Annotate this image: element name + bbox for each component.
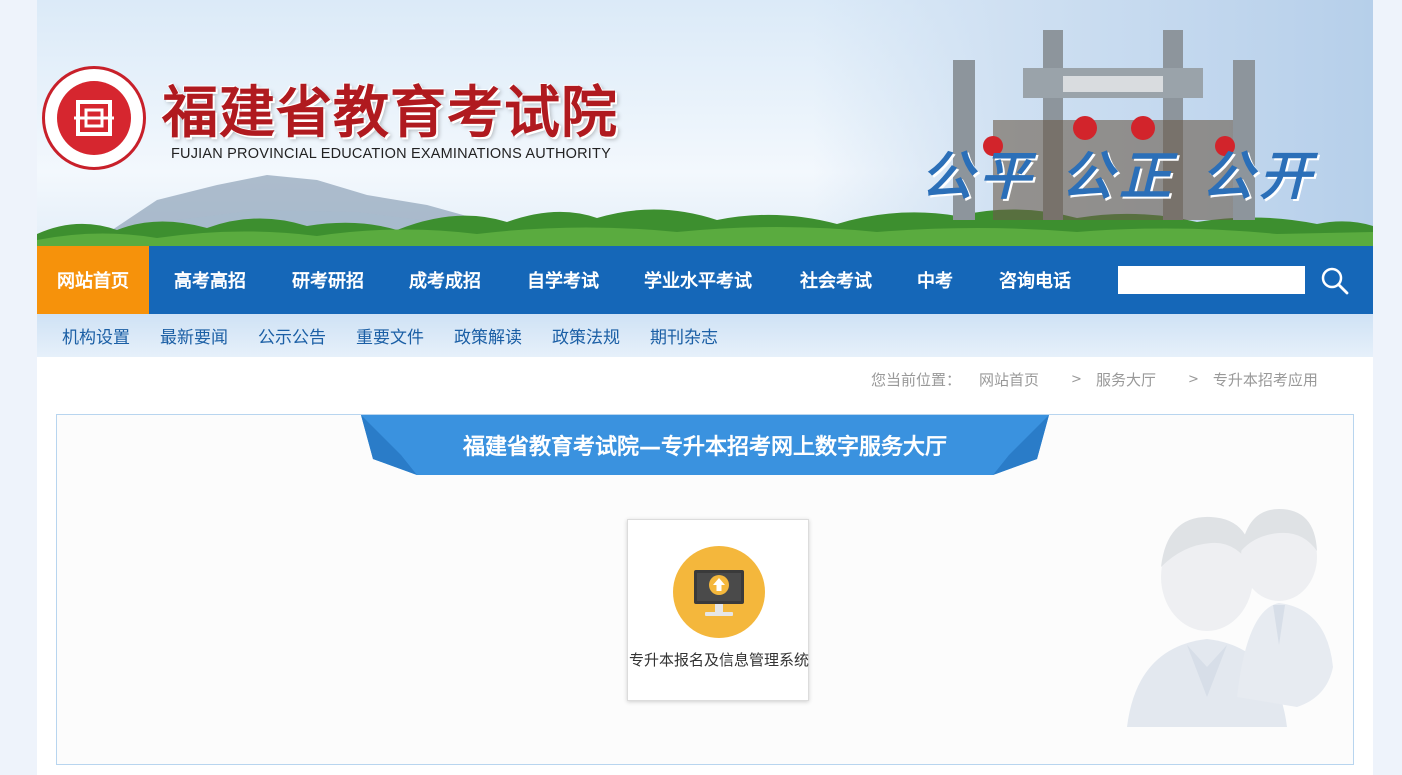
slogan: 公平 公正 公开	[921, 146, 1318, 207]
emblem-icon	[74, 100, 114, 136]
breadcrumb: 您当前位置： 网站首页 > 服务大厅 > 专升本招考应用	[871, 369, 1318, 390]
subnav-item-important-documents[interactable]: 重要文件	[356, 323, 424, 348]
breadcrumb-current: 专升本招考应用	[1212, 371, 1318, 389]
header-banner: 福建省教育考试院 FUJIAN PROVINCIAL EDUCATION EXA…	[37, 0, 1373, 246]
subnav-item-policy-interpretation[interactable]: 政策解读	[454, 323, 522, 348]
breadcrumb-separator: >	[1071, 372, 1082, 387]
nav-item-hotline[interactable]: 咨询电话	[973, 246, 1097, 314]
nav-item-home[interactable]: 网站首页	[37, 246, 149, 314]
main-nav: 网站首页 高考高招 研考研招 成考成招 自学考试 学业水平考试 社会考试 中考 …	[37, 246, 1373, 314]
subnav-item-journals[interactable]: 期刊杂志	[650, 323, 718, 348]
breadcrumb-service-hall-link[interactable]: 服务大厅	[1096, 369, 1156, 390]
site-title-english: FUJIAN PROVINCIAL EDUCATION EXAMINATIONS…	[171, 146, 611, 162]
nav-item-zhongkao[interactable]: 中考	[897, 246, 973, 314]
panel-title: 福建省教育考试院—专升本招考网上数字服务大厅	[462, 435, 947, 460]
nav-item-social-exam[interactable]: 社会考试	[775, 246, 897, 314]
search-icon	[1321, 267, 1349, 295]
nav-item-self-study-exam[interactable]: 自学考试	[505, 246, 621, 314]
subnav-item-latest-news[interactable]: 最新要闻	[160, 323, 228, 348]
nav-item-academic-proficiency[interactable]: 学业水平考试	[621, 246, 775, 314]
breadcrumb-prefix: 您当前位置：	[871, 371, 962, 389]
subnav-item-policy-regulations[interactable]: 政策法规	[552, 323, 620, 348]
nav-item-adult-exam[interactable]: 成考成招	[385, 246, 505, 314]
subnav-item-organization[interactable]: 机构设置	[62, 323, 130, 348]
customer-service-staff-illustration	[1127, 509, 1333, 727]
subnav-item-announcements[interactable]: 公示公告	[258, 323, 326, 348]
authority-logo	[42, 66, 146, 170]
site-title: 福建省教育考试院	[162, 80, 618, 146]
nav-item-gaokao[interactable]: 高考高招	[149, 246, 271, 314]
search-button[interactable]	[1320, 266, 1350, 296]
nav-item-graduate-exam[interactable]: 研考研招	[271, 246, 385, 314]
sub-nav: 机构设置 最新要闻 公示公告 重要文件 政策解读 政策法规 期刊杂志	[37, 314, 1373, 357]
computer-upload-icon	[673, 546, 765, 638]
breadcrumb-home-link[interactable]: 网站首页	[979, 369, 1039, 390]
breadcrumb-separator: >	[1187, 372, 1199, 387]
search-input[interactable]	[1118, 266, 1305, 294]
page: 福建省教育考试院 FUJIAN PROVINCIAL EDUCATION EXA…	[37, 0, 1373, 775]
service-hall-panel: 福建省教育考试院—专升本招考网上数字服务大厅 专升本报名及信息管理系统	[56, 414, 1354, 765]
service-card-zsb-registration[interactable]: 专升本报名及信息管理系统	[627, 519, 809, 701]
service-icon-wrap	[673, 546, 765, 642]
service-label: 专升本报名及信息管理系统	[628, 651, 809, 669]
